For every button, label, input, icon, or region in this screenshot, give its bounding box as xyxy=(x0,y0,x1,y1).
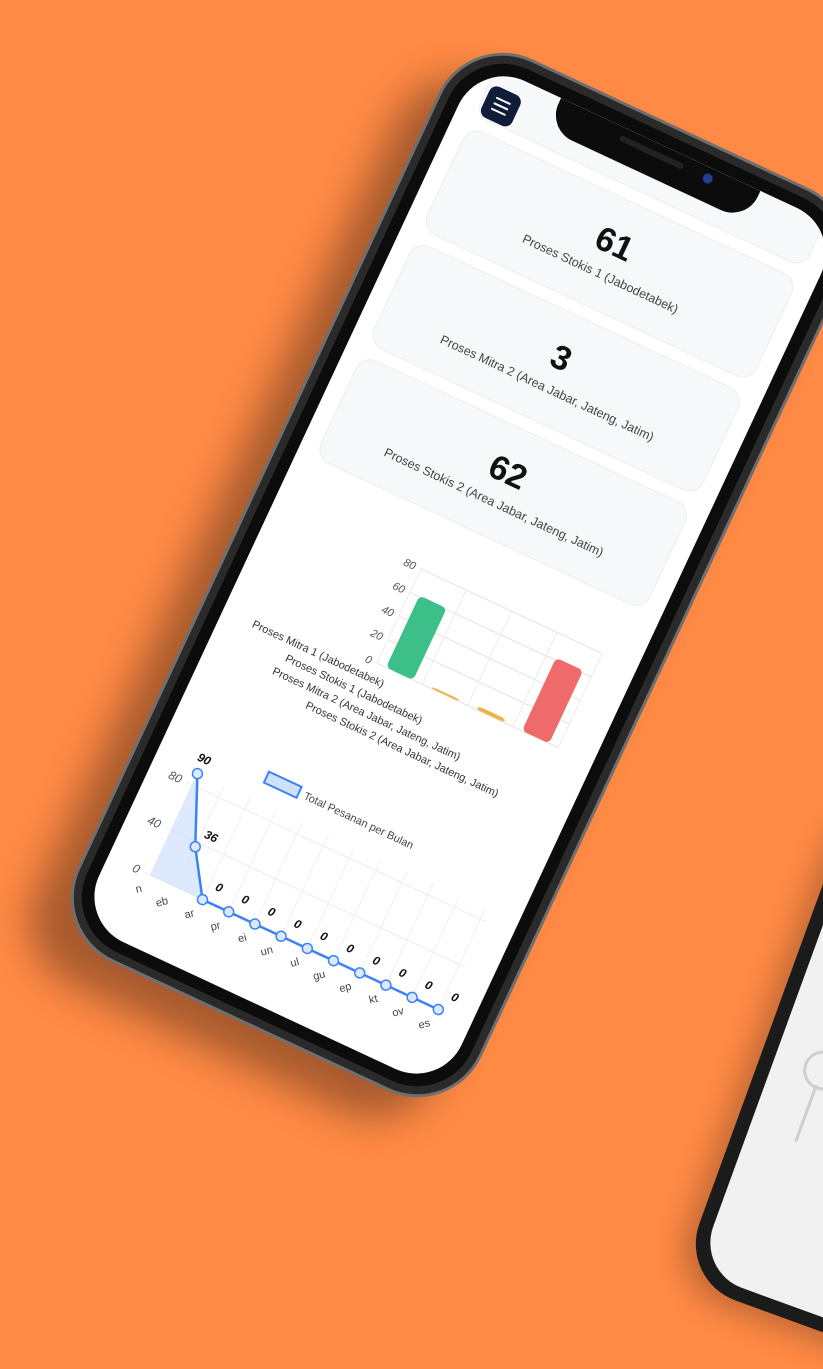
line-chart-data-label: 0 xyxy=(213,880,225,896)
line-chart-x-tick: kt xyxy=(368,993,379,1007)
line-chart-data-label: 0 xyxy=(397,965,409,981)
line-chart-data-label: 0 xyxy=(239,892,251,908)
line-chart-point xyxy=(191,767,204,780)
stat-card-value: 62 xyxy=(482,447,533,499)
line-chart-x-tick: ul xyxy=(289,956,300,970)
phone-frame: Proses Mitra 1 (Jabodetabek) 61 Proses S… xyxy=(51,33,823,1117)
location-pin-icon xyxy=(797,1044,823,1097)
stat-card-value: 3 xyxy=(544,337,578,380)
line-chart-x-tick: un xyxy=(259,944,274,959)
line-chart-vgrid xyxy=(411,895,460,998)
line-chart-vgrid xyxy=(306,846,356,949)
line-chart-data-label: 36 xyxy=(202,827,220,845)
line-chart-point xyxy=(249,918,261,930)
line-chart-data-label: 0 xyxy=(318,929,330,945)
line-chart-vgrid xyxy=(280,834,329,937)
line-chart-x-tick: eb xyxy=(155,895,170,910)
line-chart-data-label: 90 xyxy=(195,750,213,768)
line-chart-x-tick: ar xyxy=(183,907,196,921)
line-chart-x-tick: n xyxy=(134,883,143,896)
stat-card-value: 61 xyxy=(588,219,640,270)
line-chart-x-tick: es xyxy=(417,1017,432,1032)
line-chart-data-label: 0 xyxy=(449,990,461,1006)
line-chart-vgrid xyxy=(228,810,277,913)
line-chart-vgrid xyxy=(202,797,251,900)
bar-chart-y-tick: 80 xyxy=(401,557,418,573)
line-chart-data-label: 0 xyxy=(266,904,278,920)
bar-chart-bar xyxy=(431,687,459,701)
line-chart-point xyxy=(327,954,340,967)
line-chart-legend-swatch xyxy=(262,770,303,800)
line-chart-vgrid xyxy=(385,883,434,986)
line-chart-point xyxy=(380,979,392,991)
line-chart-gridline xyxy=(165,827,466,968)
bar-chart-y-tick: 20 xyxy=(368,627,386,644)
line-chart-x-tick: ep xyxy=(338,981,353,996)
bar-chart-bar xyxy=(477,707,505,722)
line-chart-vgrid xyxy=(359,871,408,974)
bar-chart-y-tick: 60 xyxy=(390,580,407,596)
background-phone xyxy=(678,791,823,1369)
line-chart-point xyxy=(353,967,366,979)
line-chart-data-label: 0 xyxy=(292,916,304,932)
line-chart-point xyxy=(301,942,314,955)
bar-chart-y-tick: 0 xyxy=(363,654,374,668)
line-chart-x-tick: pr xyxy=(209,919,222,933)
line-chart-x-tick: ei xyxy=(237,932,248,946)
line-chart-point xyxy=(432,1003,445,1016)
line-chart-data-label: 0 xyxy=(370,953,382,969)
line-chart-y-tick: 0 xyxy=(130,861,142,877)
line-chart-point xyxy=(275,930,287,942)
line-chart-x-tick: gu xyxy=(312,968,327,983)
line-chart-y-tick: 40 xyxy=(145,813,163,831)
location-pin-stem xyxy=(794,1084,818,1142)
line-chart-data-label: 0 xyxy=(344,941,356,957)
background-phone-screen xyxy=(696,809,823,1351)
line-chart-y-tick: 80 xyxy=(166,768,184,786)
line-chart-point xyxy=(222,906,235,918)
front-camera-icon xyxy=(701,171,715,186)
bar-chart-vgrid xyxy=(467,610,512,706)
line-chart-vgrid xyxy=(333,858,382,961)
line-chart-x-tick: ov xyxy=(391,1005,406,1020)
phone-screen: Proses Mitra 1 (Jabodetabek) 61 Proses S… xyxy=(77,59,823,1091)
line-chart-data-label: 0 xyxy=(423,977,435,993)
line-chart-point xyxy=(406,991,418,1004)
line-chart-vgrid xyxy=(437,907,487,1010)
bar-chart-y-tick: 40 xyxy=(379,604,396,620)
line-chart-vgrid xyxy=(254,822,303,925)
bar-chart-bar xyxy=(523,659,582,742)
